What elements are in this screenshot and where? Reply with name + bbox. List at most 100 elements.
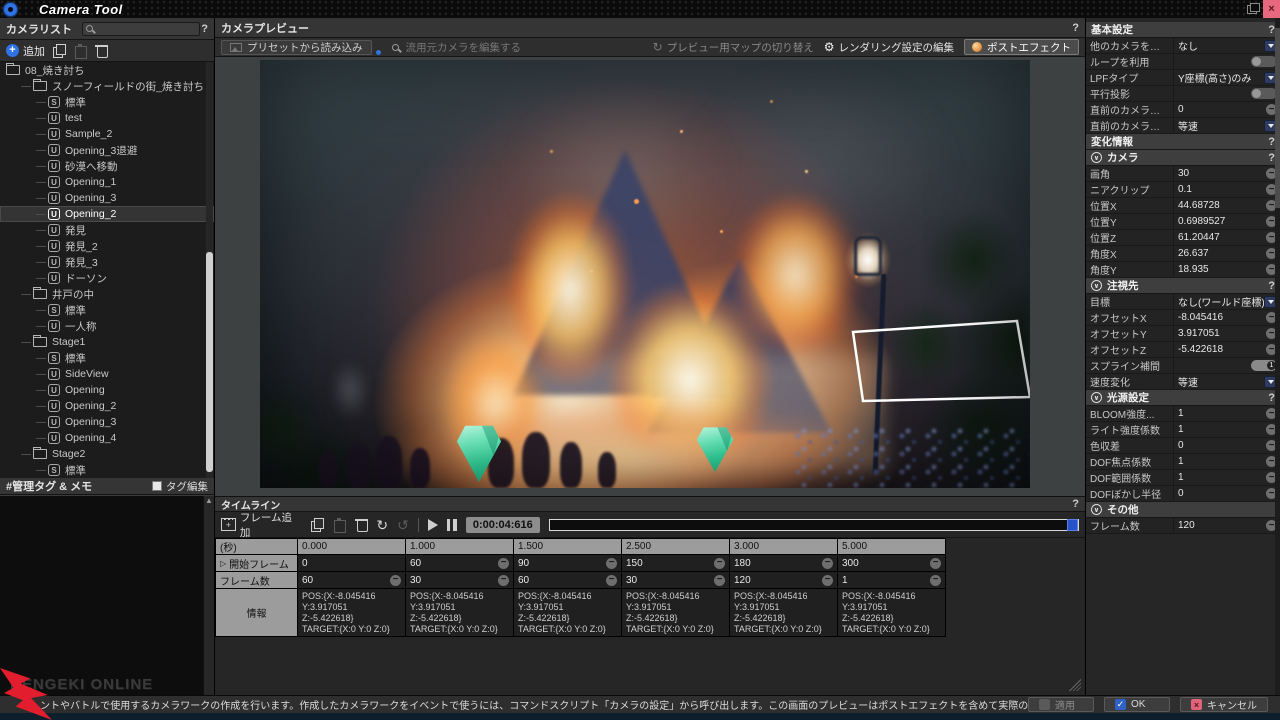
minus-circle-icon[interactable]: − — [606, 558, 617, 569]
minus-circle-icon[interactable]: − — [714, 575, 725, 586]
timeline-seconds-cell[interactable]: 0.000 — [298, 539, 405, 554]
tree-item[interactable]: Utest — [0, 110, 214, 126]
property-value[interactable]: 3.917051 — [1174, 328, 1266, 339]
pause-icon[interactable] — [447, 519, 457, 531]
property-value[interactable]: なし — [1174, 38, 1264, 53]
tree-item[interactable]: UOpening_2 — [0, 398, 214, 414]
tree-item[interactable]: S標準 — [0, 350, 214, 366]
help-icon[interactable]: ? — [201, 23, 208, 35]
tree-item[interactable]: Stage2 — [0, 446, 214, 462]
frame-count-cell[interactable]: 1− — [838, 572, 945, 588]
property-value[interactable]: 30 — [1174, 168, 1266, 179]
frame-count-cell[interactable]: 30− — [406, 572, 513, 588]
property-value[interactable]: なし(ワールド座標) — [1174, 294, 1264, 309]
timeline-seconds-cell[interactable]: 3.000 — [730, 539, 837, 554]
section-header[interactable]: 基本設定? — [1086, 22, 1280, 38]
tree-item[interactable]: UOpening_3 — [0, 414, 214, 430]
toggle-switch[interactable]: 1 — [1251, 360, 1277, 371]
frame-count-cell[interactable]: 30− — [622, 572, 729, 588]
property-value[interactable]: 120 — [1174, 520, 1266, 531]
frame-add-button[interactable]: + フレーム追加 — [221, 510, 302, 540]
property-value[interactable]: 0 — [1174, 104, 1266, 115]
property-value[interactable]: 0 — [1174, 440, 1266, 451]
tree-item[interactable]: U発見_3 — [0, 254, 214, 270]
expander-icon[interactable]: ▷ — [220, 559, 226, 568]
frame-count-cell[interactable]: 60− — [298, 572, 405, 588]
inspector-scrollbar[interactable] — [1275, 18, 1280, 695]
restore-icon[interactable] — [1241, 0, 1263, 18]
minus-circle-icon[interactable]: − — [930, 575, 941, 586]
inspector-scrollbar-thumb[interactable] — [1275, 28, 1280, 208]
property-value[interactable]: 0.1 — [1174, 184, 1266, 195]
minus-circle-icon[interactable]: − — [714, 558, 725, 569]
property-value[interactable]: 44.68728 — [1174, 200, 1266, 211]
property-value[interactable]: 1 — [1174, 472, 1266, 483]
scrubber-handle[interactable] — [1067, 519, 1078, 531]
minus-circle-icon[interactable]: − — [822, 575, 833, 586]
help-icon[interactable]: ? — [1072, 498, 1079, 510]
toggle-switch[interactable] — [1251, 56, 1277, 67]
help-icon[interactable]: ? — [1268, 24, 1275, 36]
tree-item[interactable]: S標準 — [0, 94, 214, 110]
help-icon[interactable]: ? — [1072, 22, 1079, 34]
tree-item[interactable]: U砂漠へ移動 — [0, 158, 214, 174]
property-control[interactable] — [1251, 88, 1277, 99]
tree-scrollbar-thumb[interactable] — [206, 252, 213, 472]
section-header[interactable]: ∨注視先? — [1086, 278, 1280, 294]
start-frame-cell[interactable]: 180− — [730, 555, 837, 571]
tree-scrollbar[interactable] — [206, 62, 213, 478]
delete-icon[interactable] — [355, 518, 368, 531]
tree-item[interactable]: 08_焼き討ち — [0, 62, 214, 78]
cancel-button[interactable]: × キャンセル — [1180, 697, 1268, 712]
copy-icon[interactable] — [311, 518, 324, 531]
property-value[interactable]: 等速 — [1174, 374, 1264, 389]
edit-source-camera-button[interactable]: 流用元カメラを編集する — [389, 40, 522, 55]
play-icon[interactable] — [428, 519, 438, 531]
property-value[interactable]: -8.045416 — [1174, 312, 1266, 323]
minus-circle-icon[interactable]: − — [822, 558, 833, 569]
property-value[interactable]: 1 — [1174, 424, 1266, 435]
tree-item[interactable]: USample_2 — [0, 126, 214, 142]
tree-item[interactable]: スノーフィールドの街_焼き討ち — [0, 78, 214, 94]
start-frame-cell[interactable]: 300− — [838, 555, 945, 571]
timeline-seconds-cell[interactable]: 1.500 — [514, 539, 621, 554]
copy-icon[interactable] — [53, 44, 66, 57]
toggle-switch[interactable] — [1251, 88, 1277, 99]
apply-button[interactable]: 適用 — [1028, 697, 1094, 712]
section-header[interactable]: ∨カメラ? — [1086, 150, 1280, 166]
property-value[interactable]: -5.422618 — [1174, 344, 1266, 355]
tree-item[interactable]: U発見_2 — [0, 238, 214, 254]
frame-count-cell[interactable]: 60− — [514, 572, 621, 588]
property-value[interactable]: Y座標(高さ)のみ — [1174, 70, 1264, 85]
tree-item[interactable]: Uドーソン — [0, 270, 214, 286]
property-value[interactable]: 61.20447 — [1174, 232, 1266, 243]
minus-circle-icon[interactable]: − — [498, 575, 509, 586]
tree-item[interactable]: Stage1 — [0, 334, 214, 350]
property-value[interactable]: 1 — [1174, 408, 1266, 419]
tree-item[interactable]: 井戸の中 — [0, 286, 214, 302]
tree-item[interactable]: UOpening_1 — [0, 174, 214, 190]
help-icon[interactable]: ? — [1268, 136, 1275, 148]
minus-circle-icon[interactable]: − — [930, 558, 941, 569]
property-value[interactable]: 0 — [1174, 488, 1266, 499]
resize-grip[interactable] — [1069, 679, 1081, 691]
property-value[interactable]: 18.935 — [1174, 264, 1266, 275]
minus-circle-icon[interactable]: − — [498, 558, 509, 569]
start-frame-cell[interactable]: 0 — [298, 555, 405, 571]
tree-item[interactable]: UOpening_3退避 — [0, 142, 214, 158]
property-value[interactable]: 26.637 — [1174, 248, 1266, 259]
property-value[interactable]: 0.6989527 — [1174, 216, 1266, 227]
tag-edit-checkbox[interactable]: タグ編集 — [152, 479, 208, 494]
help-icon[interactable]: ? — [1268, 280, 1275, 292]
frame-count-cell[interactable]: 120− — [730, 572, 837, 588]
timeline-seconds-cell[interactable]: 1.000 — [406, 539, 513, 554]
section-header[interactable]: ∨その他 — [1086, 502, 1280, 518]
timeline-seconds-cell[interactable]: 2.500 — [622, 539, 729, 554]
property-value[interactable]: 1 — [1174, 456, 1266, 467]
search-input[interactable] — [82, 22, 200, 36]
tree-item[interactable]: S標準 — [0, 302, 214, 318]
tree-item[interactable]: UOpening_4 — [0, 430, 214, 446]
load-preset-button[interactable]: プリセットから読み込み — [221, 40, 372, 55]
tree-item[interactable]: UOpening_2 — [0, 206, 214, 222]
tree-item[interactable]: U一人称 — [0, 318, 214, 334]
